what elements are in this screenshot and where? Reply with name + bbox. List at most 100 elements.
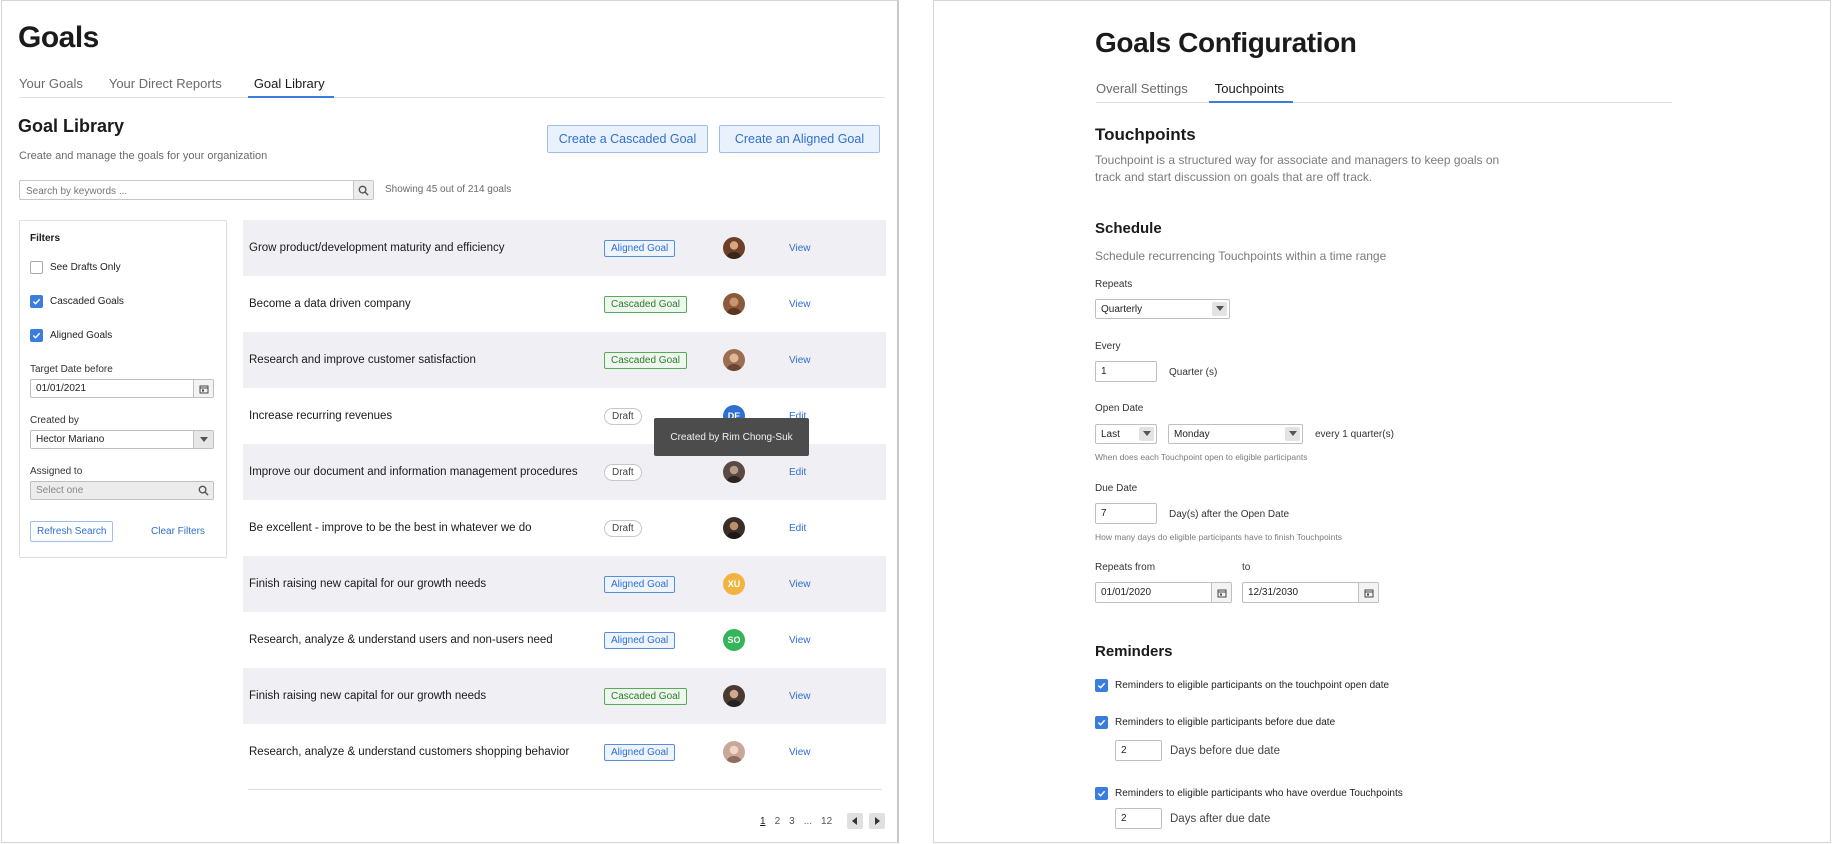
goal-type-badge: Aligned Goal	[604, 575, 676, 593]
goal-title: Become a data driven company	[249, 298, 411, 310]
assigned-search-button[interactable]	[193, 482, 213, 499]
create-cascaded-goal-button[interactable]: Create a Cascaded Goal	[547, 125, 708, 153]
checkbox-label: See Drafts Only	[50, 262, 121, 273]
target-date-value: 01/01/2021	[36, 383, 87, 394]
search-input[interactable]	[20, 182, 350, 201]
chevron-down-icon	[1288, 431, 1297, 436]
touchpoints-description: Touchpoint is a structured way for assoc…	[1095, 153, 1500, 184]
tab-overall-settings[interactable]: Overall Settings	[1096, 81, 1188, 102]
repeats-from-field[interactable]: 01/01/2020	[1095, 582, 1232, 603]
chevron-down-icon	[1215, 306, 1224, 311]
filter-aligned-goals[interactable]: Aligned Goals	[30, 329, 112, 342]
pagination: 1 2 3 ... 12	[760, 813, 886, 829]
checkbox[interactable]	[1095, 716, 1108, 729]
calendar-button[interactable]	[193, 380, 213, 397]
checkbox[interactable]	[30, 295, 43, 308]
goal-title: Research, analyze & understand customers…	[249, 746, 570, 758]
schedule-description: Schedule recurrencing Touchpoints within…	[1095, 249, 1387, 263]
table-row: Be excellent - improve to be the best in…	[243, 500, 886, 556]
calendar-button[interactable]	[1358, 583, 1378, 602]
checkbox-label: Cascaded Goals	[50, 296, 124, 307]
view-link[interactable]: View	[789, 579, 811, 590]
table-row: Grow product/development maturity and ef…	[243, 220, 886, 276]
days-before-input[interactable]: 2	[1115, 740, 1162, 761]
avatar	[723, 741, 745, 763]
reminder-overdue[interactable]: Reminders to eligible participants who h…	[1095, 787, 1403, 800]
page-title: Goals Configuration	[1095, 27, 1357, 58]
table-row: Finish raising new capital for our growt…	[243, 668, 886, 724]
refresh-search-button[interactable]: Refresh Search	[30, 521, 114, 542]
filter-see-drafts-only[interactable]: See Drafts Only	[30, 261, 121, 274]
dropdown-button[interactable]	[193, 431, 213, 448]
open-date-suffix: every 1 quarter(s)	[1315, 429, 1394, 440]
checkbox-label: Reminders to eligible participants on th…	[1115, 680, 1390, 691]
person-photo-icon	[727, 241, 741, 259]
page-link[interactable]: 12	[821, 816, 832, 827]
checkbox[interactable]	[1095, 679, 1108, 692]
next-page-button[interactable]	[869, 813, 886, 829]
open-date-help: When does each Touchpoint open to eligib…	[1095, 452, 1308, 462]
days-after-input[interactable]: 2	[1115, 808, 1162, 829]
tab-your-goals[interactable]: Your Goals	[19, 76, 83, 97]
repeats-to-value: 12/31/2030	[1248, 587, 1299, 598]
goal-type-badge: Draft	[604, 407, 642, 425]
page-link[interactable]: 1	[760, 816, 766, 827]
created-by-select[interactable]: Hector Mariano	[30, 430, 214, 449]
results-count: Showing 45 out of 214 goals	[385, 184, 512, 195]
search-button[interactable]	[353, 181, 373, 199]
repeats-to-label: to	[1242, 562, 1251, 573]
every-input[interactable]: 1	[1095, 361, 1157, 382]
open-date-day-value: Monday	[1174, 428, 1210, 440]
tab-goal-library[interactable]: Goal Library	[247, 76, 334, 98]
dropdown-arrow	[1139, 427, 1154, 441]
view-link[interactable]: View	[789, 299, 811, 310]
checkbox-label: Reminders to eligible participants who h…	[1115, 788, 1403, 799]
tab-touchpoints[interactable]: Touchpoints	[1208, 81, 1294, 103]
calendar-button[interactable]	[1211, 583, 1231, 602]
assigned-to-label: Assigned to	[30, 466, 83, 477]
checkbox[interactable]	[30, 261, 43, 274]
filters-panel: Filters See Drafts Only Cascaded Goals A…	[19, 220, 227, 558]
check-icon	[1097, 790, 1106, 797]
view-link[interactable]: View	[789, 747, 811, 758]
goal-title: Research, analyze & understand users and…	[249, 634, 553, 646]
goals-tabs: Your Goals Your Direct Reports Goal Libr…	[19, 76, 885, 98]
target-date-field[interactable]: 01/01/2021	[30, 379, 214, 398]
due-date-input[interactable]: 7	[1095, 503, 1157, 524]
assigned-to-field[interactable]: Select one	[30, 481, 214, 500]
days-after-label: Days after due date	[1170, 813, 1271, 825]
created-by-value: Hector Mariano	[36, 434, 105, 445]
table-row: Research, analyze & understand users and…	[243, 612, 886, 668]
checkbox[interactable]	[30, 329, 43, 342]
open-date-when-value: Last	[1101, 428, 1120, 440]
open-date-label: Open Date	[1095, 403, 1144, 414]
check-icon	[1097, 682, 1106, 689]
due-date-help: How many days do eligible participants h…	[1095, 532, 1342, 542]
assigned-to-placeholder: Select one	[36, 485, 84, 496]
view-link[interactable]: View	[789, 691, 811, 702]
create-aligned-goal-button[interactable]: Create an Aligned Goal	[719, 125, 880, 153]
reminder-before-due[interactable]: Reminders to eligible participants befor…	[1095, 716, 1335, 729]
repeats-to-field[interactable]: 12/31/2030	[1242, 582, 1379, 603]
view-link[interactable]: View	[789, 635, 811, 646]
tab-your-direct-reports[interactable]: Your Direct Reports	[109, 76, 222, 97]
edit-link[interactable]: Edit	[789, 523, 806, 534]
view-link[interactable]: View	[789, 243, 811, 254]
prev-page-button[interactable]	[847, 813, 864, 829]
checkbox[interactable]	[1095, 787, 1108, 800]
open-date-when-select[interactable]: Last	[1095, 424, 1157, 444]
avatar	[723, 237, 745, 259]
chevron-down-icon	[199, 436, 208, 442]
reminder-open-date[interactable]: Reminders to eligible participants on th…	[1095, 679, 1389, 692]
page-link[interactable]: 2	[775, 816, 781, 827]
open-date-day-select[interactable]: Monday	[1168, 424, 1303, 444]
page-link[interactable]: 3	[789, 816, 795, 827]
dropdown-arrow	[1212, 302, 1227, 316]
clear-filters-button[interactable]: Clear Filters	[151, 526, 205, 537]
view-link[interactable]: View	[789, 355, 811, 366]
checkbox-label: Reminders to eligible participants befor…	[1115, 717, 1336, 728]
repeats-select[interactable]: Quarterly	[1095, 299, 1230, 319]
edit-link[interactable]: Edit	[789, 467, 806, 478]
goal-title: Be excellent - improve to be the best in…	[249, 522, 532, 534]
filter-cascaded-goals[interactable]: Cascaded Goals	[30, 295, 124, 308]
